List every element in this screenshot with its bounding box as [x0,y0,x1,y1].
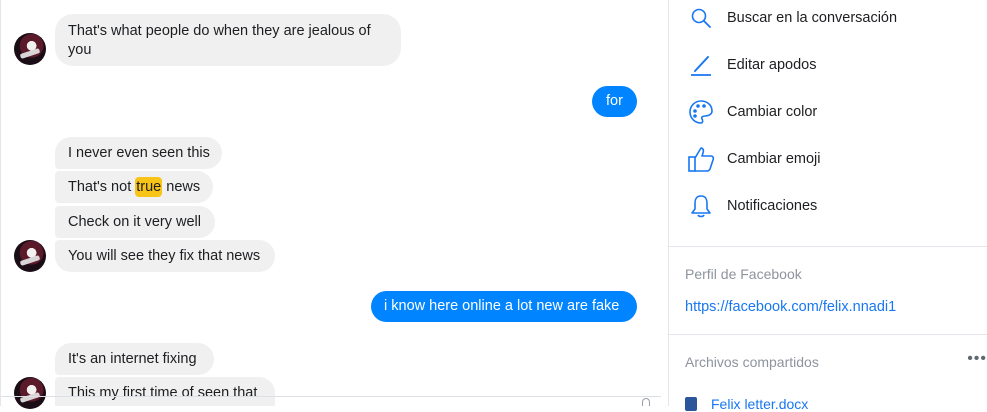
option-label: Editar apodos [727,57,817,73]
message-text: i know here online a lot new are fake [384,298,620,314]
avatar[interactable] [14,33,46,65]
option-label: Cambiar color [727,104,818,120]
message-bubble[interactable]: You will see they fix that news [55,240,275,272]
message-text: That's what people do when they are jeal… [68,23,371,39]
search-highlight: true [135,177,163,197]
message-bubble[interactable]: Check on it very well [55,206,215,238]
pencil-icon [685,50,717,80]
notifications-option[interactable]: Notificaciones [685,191,975,221]
more-options-icon[interactable]: ••• [967,350,987,368]
composer-edge [1,396,661,406]
message-text: That's not [68,179,136,195]
message-text: you [68,42,92,58]
message-text: I never even seen this [68,145,210,161]
shared-file-item[interactable]: Felix letter.docx [685,396,808,412]
change-color-option[interactable]: Cambiar color [685,97,975,127]
message-bubble[interactable]: That's not true news [55,171,213,203]
message-bubble[interactable]: It's an internet fixing [55,343,214,375]
message-bubble[interactable]: i know here online a lot new are fake [371,291,637,322]
scroll-indicator[interactable] [642,398,650,406]
profile-link[interactable]: https://facebook.com/felix.nnadi1 [685,299,896,315]
change-emoji-option[interactable]: Cambiar emoji [685,144,975,174]
divider [669,334,987,335]
shared-file-name: Felix letter.docx [711,396,809,412]
message-bubble[interactable]: for [592,86,637,117]
message-text: for [606,93,623,109]
option-label: Buscar en la conversación [727,10,898,26]
search-icon [685,3,717,33]
message-bubble[interactable]: That's what people do when they are jeal… [55,14,401,66]
search-conversation-option[interactable]: Buscar en la conversación [685,3,975,33]
edit-nicknames-option[interactable]: Editar apodos [685,50,975,80]
chat-pane: That's what people do when they are jeal… [0,0,668,409]
palette-icon [685,97,717,127]
avatar[interactable] [14,240,46,272]
message-text: news [162,179,201,195]
option-label: Cambiar emoji [727,151,821,167]
thumbs-up-icon [685,144,717,174]
shared-files-title: Archivos compartidos [685,354,819,370]
profile-section-title: Perfil de Facebook [685,266,802,282]
option-label: Notificaciones [727,198,818,214]
message-bubble[interactable]: I never even seen this [55,137,222,169]
document-icon [685,397,697,411]
message-text: It's an internet fixing [68,351,197,367]
message-text: You will see they fix that news [68,248,261,264]
bell-icon [685,191,717,221]
message-text: Check on it very well [68,214,201,230]
conversation-info-pane: Buscar en la conversación Editar apodos … [668,0,987,412]
divider [669,246,987,247]
